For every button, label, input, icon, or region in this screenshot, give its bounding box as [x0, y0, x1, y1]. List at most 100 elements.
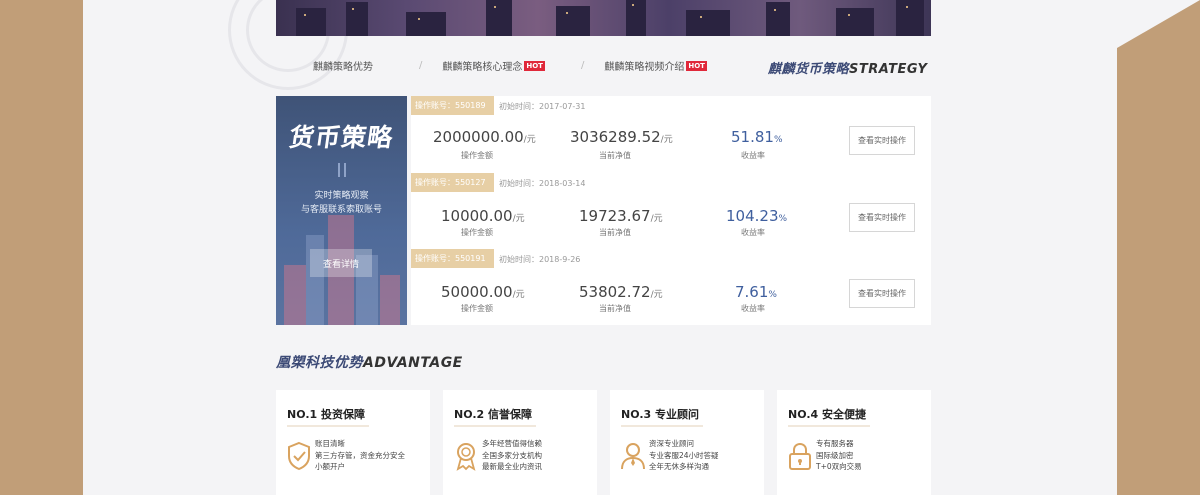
return-rate-label: 收益率 [741, 228, 765, 237]
account-number-tag: 操作账号：550191 [411, 249, 494, 268]
account-number-tag: 操作账号：550127 [411, 173, 494, 192]
advisor-person-icon [621, 443, 645, 470]
subnav-item-video[interactable]: 麒麟策略视频介绍 HOT [604, 58, 707, 73]
shield-check-icon [288, 441, 310, 471]
padlock-icon [789, 442, 811, 470]
title-underline [621, 425, 703, 427]
title-underline [454, 425, 536, 427]
city-banner-image [276, 0, 931, 36]
description-line: 资深专业顾问 [649, 439, 694, 448]
view-live-operation-button[interactable]: 查看实时操作 [849, 126, 915, 155]
subnav-item-label: 麒麟策略视频介绍 [604, 62, 685, 73]
advantage-section-title: 凰槊科技优势ADVANTAGE [276, 352, 463, 372]
account-row: 操作账号：550191 初始时间：2018-9-26 50000.00/元 操作… [411, 249, 931, 325]
account-start-time: 初始时间：2018-9-26 [499, 255, 581, 264]
operation-amount: 50000.00/元 [441, 283, 525, 301]
current-net-value: 53802.72/元 [579, 283, 663, 301]
description-line: 专有服务器 [816, 439, 854, 448]
current-net-value-label: 当前净值 [599, 228, 631, 237]
amount-unit: /元 [523, 135, 536, 145]
award-medal-icon [456, 443, 476, 471]
view-live-operation-button[interactable]: 查看实时操作 [849, 279, 915, 308]
amount-unit: /元 [512, 290, 525, 300]
description-line: 最新最全业内资讯 [482, 462, 542, 471]
currency-strategy-card: 货币策略 实时策略观察 与客服联系索取账号 查看详情 [276, 96, 407, 325]
strategy-card-line2: 与客服联系索取账号 [300, 205, 382, 215]
return-rate: 7.61% [735, 283, 777, 301]
subnav-item-label: 麒麟策略核心理念 [442, 62, 523, 73]
hot-badge: HOT [686, 60, 707, 71]
advantage-card-title: NO.3 专业顾问 [621, 408, 699, 421]
subnav-separator: / [419, 60, 423, 71]
current-net-value: 19723.67/元 [579, 207, 663, 225]
operation-amount-label: 操作金额 [461, 228, 493, 237]
description-line: 国际级加密 [816, 450, 854, 460]
page-corner [1117, 0, 1200, 495]
subnav-item-core-concept[interactable]: 麒麟策略核心理念 HOT [442, 58, 545, 73]
description-line: 账目清晰 [315, 439, 345, 448]
nav-value: 3036289.52 [570, 128, 661, 146]
current-net-value: 3036289.52/元 [570, 128, 673, 146]
strategy-subnav: 麒麟策略优势 / 麒麟策略核心理念 HOT / 麒麟策略视频介绍 HOT [313, 58, 707, 73]
nav-unit: /元 [650, 214, 663, 224]
description-line: 专业客服24小时答疑 [649, 450, 719, 460]
nav-unit: /元 [660, 135, 673, 145]
nav-value: 53802.72 [579, 283, 651, 301]
description-line: T+0双向交易 [816, 462, 862, 471]
rate-value: 104.23 [726, 207, 779, 225]
advantage-card-title: NO.4 安全便捷 [788, 408, 866, 421]
account-row: 操作账号：550189 初始时间：2017-07-31 2000000.00/元… [411, 96, 931, 172]
nav-value: 19723.67 [579, 207, 651, 225]
view-details-button[interactable]: 查看详情 [310, 249, 372, 277]
operation-amount: 10000.00/元 [441, 207, 525, 225]
hot-badge: HOT [524, 60, 545, 71]
subnav-separator: / [580, 60, 585, 71]
rate-unit: % [773, 135, 783, 145]
advantage-description: 资深专业顾问 专业客服24小时答疑 全年无休多样沟通 [649, 438, 719, 473]
nav-unit: /元 [650, 290, 663, 300]
strategy-card-line1: 实时策略观察 [314, 191, 369, 201]
advantage-card-title: NO.1 投资保障 [287, 408, 365, 421]
decorative-bar [344, 163, 346, 177]
account-start-time: 初始时间：2018-03-14 [499, 179, 586, 188]
description-line: 第三方存管，资金充分安全 [315, 450, 405, 460]
strategy-section-title: 麒麟货币策略STRATEGY [768, 58, 927, 77]
section-title-cn: 凰槊科技优势 [276, 355, 363, 371]
advantage-description: 账目清晰 第三方存管，资金充分安全 小额开户 [315, 438, 405, 473]
return-rate-label: 收益率 [741, 304, 765, 313]
advantage-card-reputation: NO.2 信誉保障 多年经营值得信赖 全国多家分支机构 最新最全业内资讯 [443, 390, 597, 495]
rate-unit: % [778, 214, 788, 224]
accounts-panel: 操作账号：550189 初始时间：2017-07-31 2000000.00/元… [411, 96, 931, 325]
rate-value: 7.61 [735, 283, 769, 301]
advantage-card-title: NO.2 信誉保障 [454, 408, 532, 421]
title-underline [287, 425, 369, 427]
strategy-card-title: 货币策略 [287, 123, 396, 152]
operation-amount-label: 操作金额 [461, 304, 493, 313]
decorative-bar [338, 163, 340, 177]
description-line: 全年无休多样沟通 [649, 462, 709, 471]
title-underline [788, 425, 870, 427]
operation-amount-label: 操作金额 [461, 151, 493, 160]
description-line: 全国多家分支机构 [482, 450, 542, 460]
description-line: 多年经营值得信赖 [482, 439, 542, 448]
rate-unit: % [768, 290, 777, 300]
advantage-description: 多年经营值得信赖 全国多家分支机构 最新最全业内资讯 [482, 438, 542, 473]
account-number-tag: 操作账号：550189 [411, 96, 494, 115]
rate-value: 51.81 [731, 128, 774, 146]
current-net-value-label: 当前净值 [599, 304, 631, 313]
operation-amount: 2000000.00/元 [433, 128, 536, 146]
amount-value: 2000000.00 [433, 128, 524, 146]
view-live-operation-button[interactable]: 查看实时操作 [849, 203, 915, 232]
advantage-card-advisor: NO.3 专业顾问 资深专业顾问 专业客服24小时答疑 全年无休多样沟通 [610, 390, 764, 495]
advantage-card-investment: NO.1 投资保障 账目清晰 第三方存管，资金充分安全 小额开户 [276, 390, 430, 495]
account-start-time: 初始时间：2017-07-31 [499, 102, 586, 111]
return-rate-label: 收益率 [741, 151, 765, 160]
current-net-value-label: 当前净值 [599, 151, 631, 160]
section-title-en: ADVANTAGE [363, 355, 463, 371]
amount-unit: /元 [512, 214, 525, 224]
amount-value: 10000.00 [441, 207, 513, 225]
advantage-description: 专有服务器 国际级加密 T+0双向交易 [816, 438, 862, 473]
section-title-cn: 麒麟货币策略 [768, 62, 850, 77]
subnav-item-advantage[interactable]: 麒麟策略优势 [313, 58, 373, 73]
advantage-card-security: NO.4 安全便捷 专有服务器 国际级加密 T+0双向交易 [777, 390, 931, 495]
